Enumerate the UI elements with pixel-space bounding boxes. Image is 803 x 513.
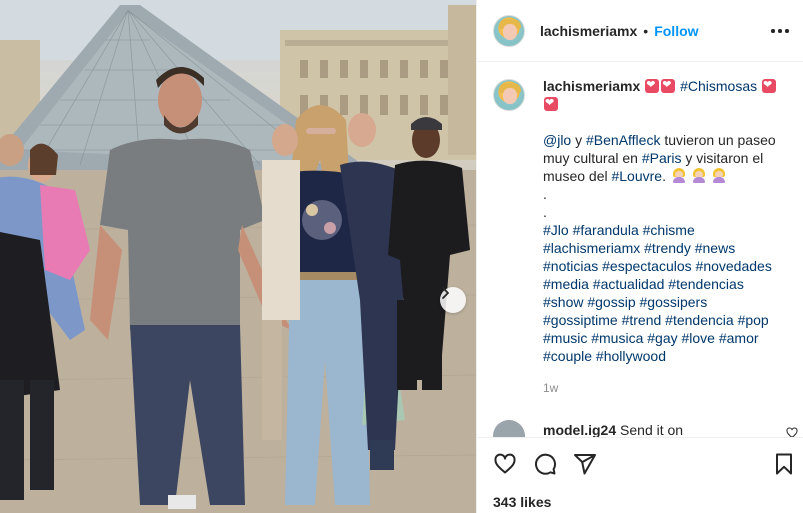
post-photo[interactable]	[0, 0, 476, 513]
heart-emoji-icon	[762, 76, 776, 94]
caption-text-part: y	[571, 132, 586, 148]
comment-row: model.ig24 Send it on	[493, 420, 683, 438]
instagram-post: lachismeriamx • Follow lachismeriamx #Ch…	[0, 0, 803, 513]
caption-hashtags[interactable]: #Jlo #farandula #chisme #lachismeriamx #…	[543, 221, 783, 365]
heart-emoji-icon	[645, 76, 660, 94]
person-emoji-icon	[672, 168, 686, 183]
hashtag-louvre[interactable]: #Louvre	[611, 168, 662, 184]
comment-username[interactable]: model.ig24	[543, 422, 616, 438]
post-actions: 343 likes	[477, 437, 803, 513]
caption-username[interactable]: lachismeriamx	[543, 78, 640, 94]
caption-avatar[interactable]	[493, 79, 525, 111]
person-emoji-icon	[692, 168, 706, 183]
heart-icon[interactable]	[493, 452, 517, 476]
comment-text: model.ig24 Send it on	[543, 422, 683, 438]
follow-button[interactable]: Follow	[654, 23, 698, 39]
person-emoji-icon	[712, 168, 726, 183]
bookmark-icon[interactable]	[772, 452, 796, 476]
heart-emoji-icon	[661, 76, 676, 94]
header-separator: •	[643, 22, 649, 39]
action-icons	[493, 452, 613, 476]
heart-emoji-icon	[544, 94, 558, 112]
post-time[interactable]: 1w	[543, 379, 783, 397]
caption-row: lachismeriamx #Chismosas @jlo y #BenAffl…	[493, 76, 783, 397]
hashtag-benaffleck[interactable]: #BenAffleck	[586, 132, 660, 148]
comment-body: Send it on	[616, 422, 684, 438]
caption-dot: .	[543, 186, 547, 202]
post-header: lachismeriamx • Follow	[477, 0, 803, 62]
likes-count[interactable]: 343 likes	[493, 494, 551, 510]
share-icon[interactable]	[573, 452, 597, 476]
header-username[interactable]: lachismeriamx	[540, 23, 637, 39]
caption-text-part: .	[662, 168, 666, 184]
caption-area: lachismeriamx #Chismosas @jlo y #BenAffl…	[477, 63, 803, 438]
comment-avatar[interactable]	[493, 420, 525, 438]
caption-dot: .	[543, 204, 547, 220]
louvre-photo-illustration	[0, 0, 476, 513]
comment-icon[interactable]	[533, 452, 557, 476]
next-photo-button[interactable]	[440, 287, 466, 313]
more-options-icon[interactable]	[768, 22, 792, 40]
hashtag-chismosas[interactable]: #Chismosas	[680, 78, 757, 94]
caption-text: lachismeriamx #Chismosas @jlo y #BenAffl…	[543, 76, 783, 397]
hashtag-paris[interactable]: #Paris	[642, 150, 682, 166]
mention-jlo[interactable]: @jlo	[543, 132, 571, 148]
avatar[interactable]	[493, 14, 525, 47]
post-side-panel: lachismeriamx • Follow lachismeriamx #Ch…	[476, 0, 803, 513]
chevron-right-icon	[442, 287, 449, 299]
